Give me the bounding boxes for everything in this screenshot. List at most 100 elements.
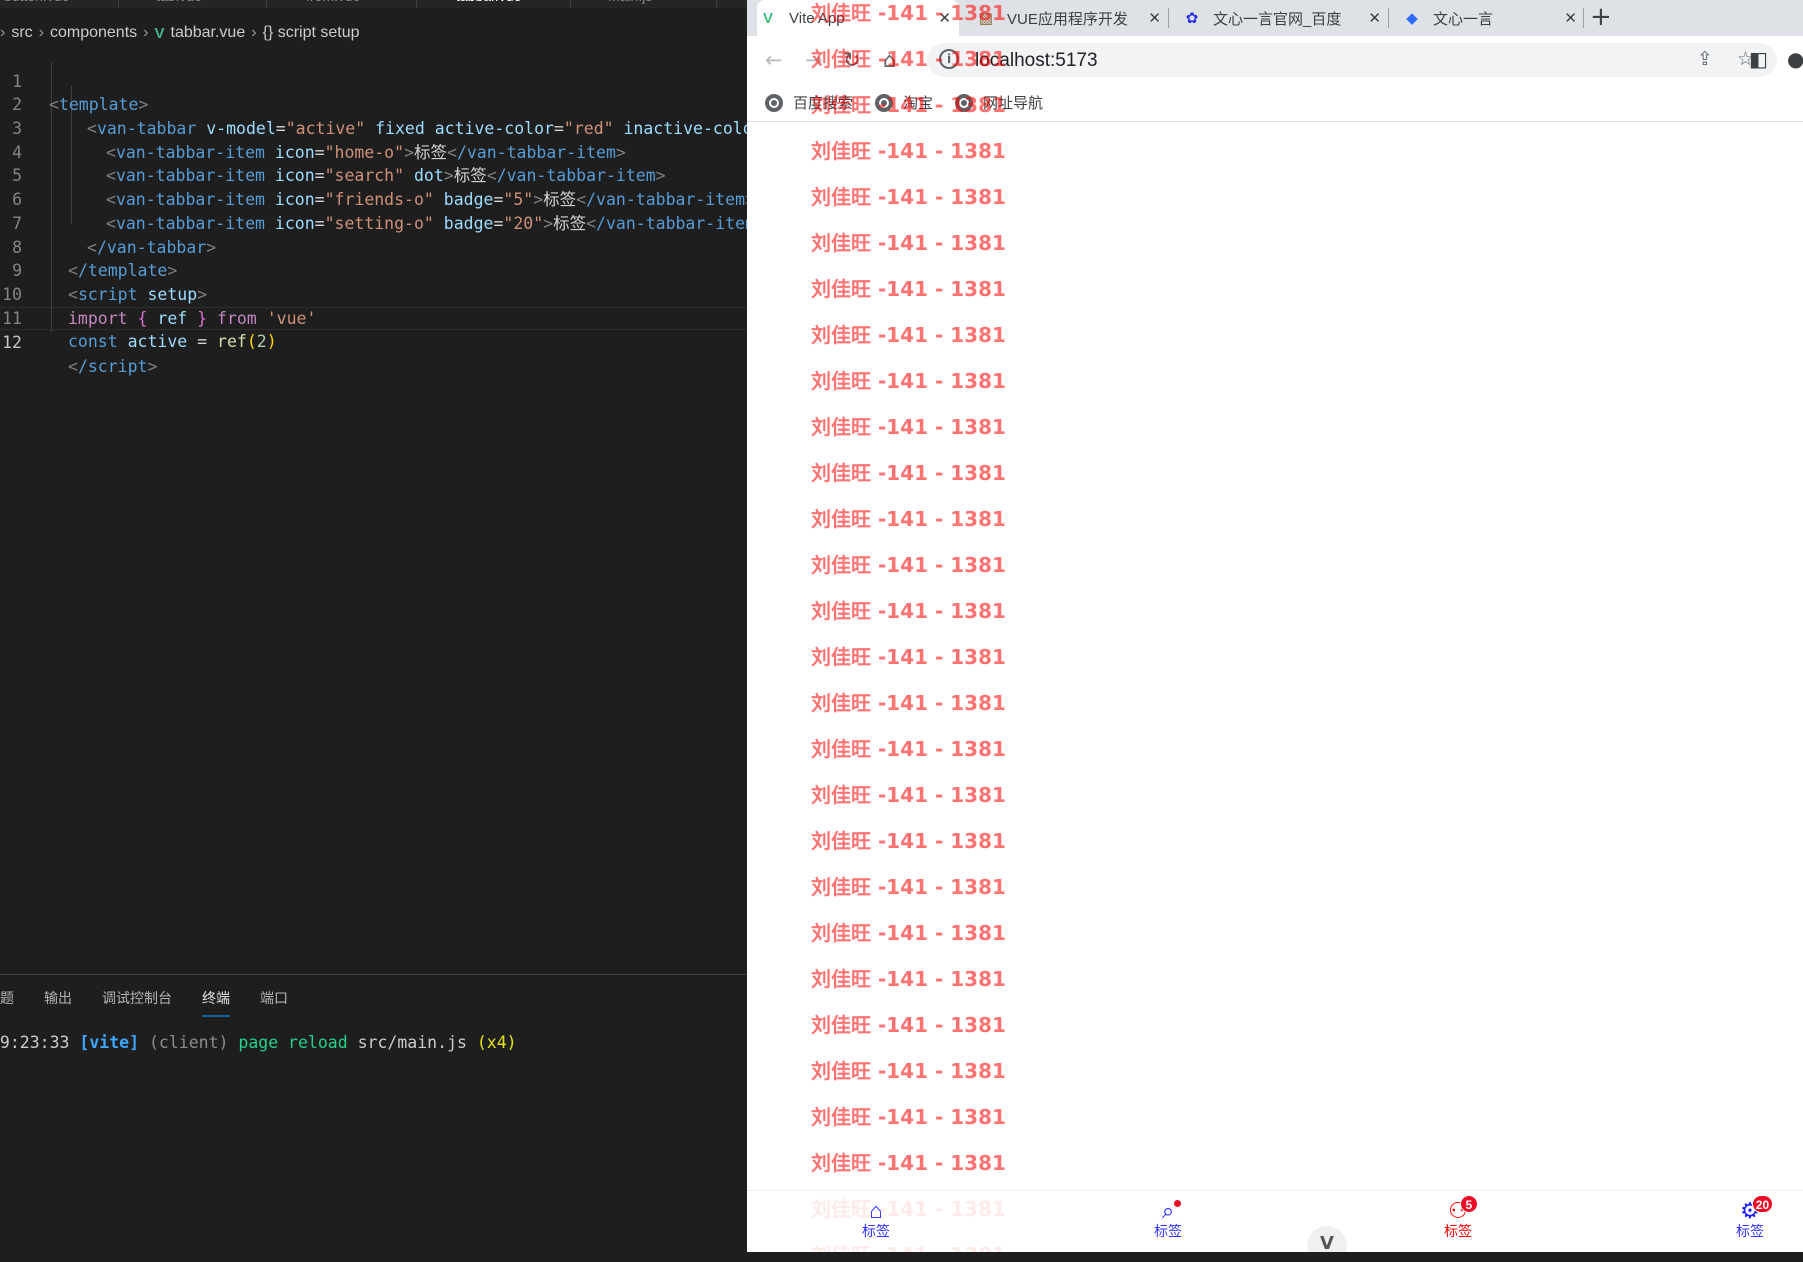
tabbar-item-search[interactable]: ⌕ 标签 bbox=[1123, 1191, 1213, 1253]
list-item: 刘佳旺 -141 - 1381 bbox=[811, 875, 1006, 899]
panel-tab-ports[interactable]: 端口 bbox=[260, 987, 288, 1017]
code-editor[interactable]: button.vue tab.vue from.vue tabbar.vue m… bbox=[0, 0, 773, 1262]
breadcrumb-symbol[interactable]: {} script setup bbox=[263, 24, 360, 42]
editor-tab-tabbar-vue[interactable]: tabbar.vue bbox=[456, 0, 521, 8]
bookmark-baidu[interactable]: 百度搜索 bbox=[765, 92, 853, 113]
list-item: 刘佳旺 -141 - 1381 bbox=[811, 967, 1006, 991]
close-tab-icon[interactable]: ✕ bbox=[1564, 9, 1577, 27]
list-item: 刘佳旺 -141 - 1381 bbox=[811, 415, 1006, 439]
new-tab-button[interactable]: + bbox=[1590, 2, 1612, 32]
notification-dot bbox=[1172, 1199, 1182, 1208]
list-item: 刘佳旺 -141 - 1381 bbox=[811, 553, 1006, 577]
vue-file-icon: V bbox=[154, 24, 165, 42]
name-list: 刘佳旺 -141 - 1381 刘佳旺 -141 - 1381 刘佳旺 -141 -… bbox=[811, 0, 1006, 1262]
side-panel-icon[interactable]: ◧ bbox=[1749, 47, 1768, 71]
chevron-right-icon: › bbox=[0, 24, 6, 41]
code-line-9: 9 <script setup> bbox=[12, 261, 208, 304]
list-item: 刘佳旺 -141 - 1381 bbox=[811, 507, 1006, 531]
list-item: 刘佳旺 -141 - 1381 bbox=[811, 139, 1006, 163]
list-item: 刘佳旺 -141 - 1381 bbox=[811, 737, 1006, 761]
editor-tab-button-vue[interactable]: button.vue bbox=[4, 0, 69, 8]
forward-icon[interactable]: → bbox=[805, 48, 823, 72]
profile-avatar-icon[interactable]: ● bbox=[1787, 47, 1803, 71]
browser-tab-vite-app[interactable]: V Vite App ✕ bbox=[757, 0, 959, 36]
address-bar[interactable]: i localhost:5173 ⇪ ☆ bbox=[927, 43, 1777, 77]
wenxin-icon: ◆ bbox=[1406, 10, 1418, 27]
editor-tab-strip: button.vue tab.vue from.vue tabbar.vue m… bbox=[0, 0, 747, 8]
close-tab-icon[interactable]: ✕ bbox=[938, 9, 951, 27]
list-item: 刘佳旺 -141 - 1381 bbox=[811, 1013, 1006, 1037]
bookmark-nav[interactable]: 网址导航 bbox=[955, 92, 1043, 113]
panel-tabs: 问题 输出 调试控制台 终端 端口 bbox=[0, 987, 318, 1017]
panel-tab-output[interactable]: 输出 bbox=[44, 987, 72, 1017]
terminal-output[interactable]: 19:23:33 [vite] (client) page reload src… bbox=[0, 1033, 517, 1052]
browser-tab-wenxin[interactable]: ◆ 文心一言 ✕ bbox=[1401, 0, 1577, 36]
globe-icon bbox=[955, 93, 974, 112]
list-item: 刘佳旺 -141 - 1381 bbox=[811, 277, 1006, 301]
editor-tab-main-js[interactable]: main.js bbox=[608, 0, 652, 8]
editor-tab-from-vue[interactable]: from.vue bbox=[306, 0, 360, 8]
list-item: 刘佳旺 -141 - 1381 bbox=[811, 599, 1006, 623]
browser-toolbar: ← → ↻ ⌂ i localhost:5173 ⇪ ☆ ◧ ● bbox=[747, 36, 1803, 84]
globe-icon bbox=[875, 93, 894, 112]
code-line-6: 6 <van-tabbar-item icon="setting-o" badg… bbox=[12, 190, 765, 233]
site-info-icon[interactable]: i bbox=[939, 49, 959, 69]
panel-tab-terminal[interactable]: 终端 bbox=[202, 987, 230, 1017]
home-icon[interactable]: ⌂ bbox=[883, 48, 896, 72]
page-content: 刘佳旺 -141 - 1381 刘佳旺 -141 - 1381 刘佳旺 -141 -… bbox=[747, 0, 1803, 1262]
browser-tab-wenxin-official[interactable]: ✿ 文心一言官网_百度 ✕ bbox=[1181, 0, 1381, 36]
code-line-5: 5 <van-tabbar-item icon="friends-o" badg… bbox=[12, 166, 755, 210]
code-line-11: 11 const active = ref(2) bbox=[2, 308, 277, 352]
bottom-panel: 问题 输出 调试控制台 终端 端口 19:23:33 [vite] (clien… bbox=[0, 974, 747, 1262]
close-tab-icon[interactable]: ✕ bbox=[1368, 9, 1381, 27]
setting-icon: ⚙ 20 bbox=[1705, 1191, 1795, 1223]
code-line-4: 4 <van-tabbar-item icon="search" dot>标签<… bbox=[12, 142, 666, 186]
close-tab-icon[interactable]: ✕ bbox=[1148, 9, 1161, 27]
code-area[interactable]: 1 <template> 2 <van-tabbar v-model="acti… bbox=[0, 46, 773, 376]
search-icon: ⌕ bbox=[1123, 1191, 1213, 1223]
tabbar-item-home[interactable]: ⌂ 标签 bbox=[831, 1191, 921, 1253]
code-line-12: 12 </script> bbox=[0, 306, 747, 376]
url-text[interactable]: localhost:5173 bbox=[975, 50, 1098, 72]
panel-tab-debug-console[interactable]: 调试控制台 bbox=[102, 987, 172, 1017]
code-line-7: 7 </van-tabbar> bbox=[12, 213, 217, 257]
list-item: 刘佳旺 -141 - 1381 bbox=[811, 691, 1006, 715]
list-item: 刘佳旺 -141 - 1381 bbox=[811, 1151, 1006, 1175]
list-item: 刘佳旺 -141 - 1381 bbox=[811, 1059, 1006, 1083]
browser-tab-strip: V Vite App ✕ ▧ VUE应用程序开发 ✕ ✿ 文心一言官网_百度 ✕… bbox=[747, 0, 1803, 36]
share-icon[interactable]: ⇪ bbox=[1697, 48, 1713, 70]
image-icon: ▧ bbox=[978, 10, 994, 27]
tabbar-item-friends[interactable]: ⚇ 5 标签 bbox=[1413, 1191, 1503, 1253]
code-line-2: 2 <van-tabbar v-model="active" fixed act… bbox=[12, 95, 773, 139]
back-icon[interactable]: ← bbox=[765, 48, 783, 72]
browser-window: V Vite App ✕ ▧ VUE应用程序开发 ✕ ✿ 文心一言官网_百度 ✕… bbox=[747, 0, 1803, 1262]
bookmark-taobao[interactable]: 淘宝 bbox=[875, 92, 933, 113]
chevron-right-icon: › bbox=[251, 24, 257, 41]
list-item: 刘佳旺 -141 - 1381 bbox=[811, 185, 1006, 209]
van-tabbar: ⌂ 标签 ⌕ 标签 ⚇ 5 标签 ⚙ 20 标签 bbox=[747, 1190, 1803, 1252]
chevron-right-icon: › bbox=[143, 24, 149, 41]
bookmarks-bar: 百度搜索 淘宝 网址导航 bbox=[747, 84, 1803, 122]
badge-count: 20 bbox=[1751, 1195, 1774, 1213]
breadcrumb-components[interactable]: components bbox=[50, 24, 137, 42]
panel-tab-problems[interactable]: 问题 bbox=[0, 987, 14, 1017]
reload-icon[interactable]: ↻ bbox=[843, 48, 861, 72]
code-line-3: 3 <van-tabbar-item icon="home-o">标签</van… bbox=[12, 119, 626, 162]
list-item: 刘佳旺 -141 - 1381 bbox=[811, 369, 1006, 393]
list-item: 刘佳旺 -141 - 1381 bbox=[811, 829, 1006, 853]
globe-icon bbox=[765, 93, 783, 112]
list-item: 刘佳旺 -141 - 1381 bbox=[811, 783, 1006, 807]
badge-count: 5 bbox=[1459, 1195, 1478, 1213]
list-item: 刘佳旺 -141 - 1381 bbox=[811, 231, 1006, 255]
browser-tab-vue-app[interactable]: ▧ VUE应用程序开发 ✕ bbox=[975, 0, 1161, 36]
code-line-1: 1 <template> bbox=[12, 71, 149, 115]
chevron-right-icon: › bbox=[38, 24, 44, 41]
editor-tab-tab-vue[interactable]: tab.vue bbox=[156, 0, 202, 8]
breadcrumb-file[interactable]: tabbar.vue bbox=[171, 24, 246, 42]
list-item: 刘佳旺 -141 - 1381 bbox=[811, 461, 1006, 485]
tabbar-item-setting[interactable]: ⚙ 20 标签 bbox=[1705, 1191, 1795, 1253]
breadcrumb-src[interactable]: src bbox=[11, 24, 32, 42]
list-item: 刘佳旺 -141 - 1381 bbox=[811, 921, 1006, 945]
code-line-8: 8 </template> bbox=[12, 237, 178, 281]
code-line-10: 10 import { ref } from 'vue' bbox=[2, 284, 317, 328]
